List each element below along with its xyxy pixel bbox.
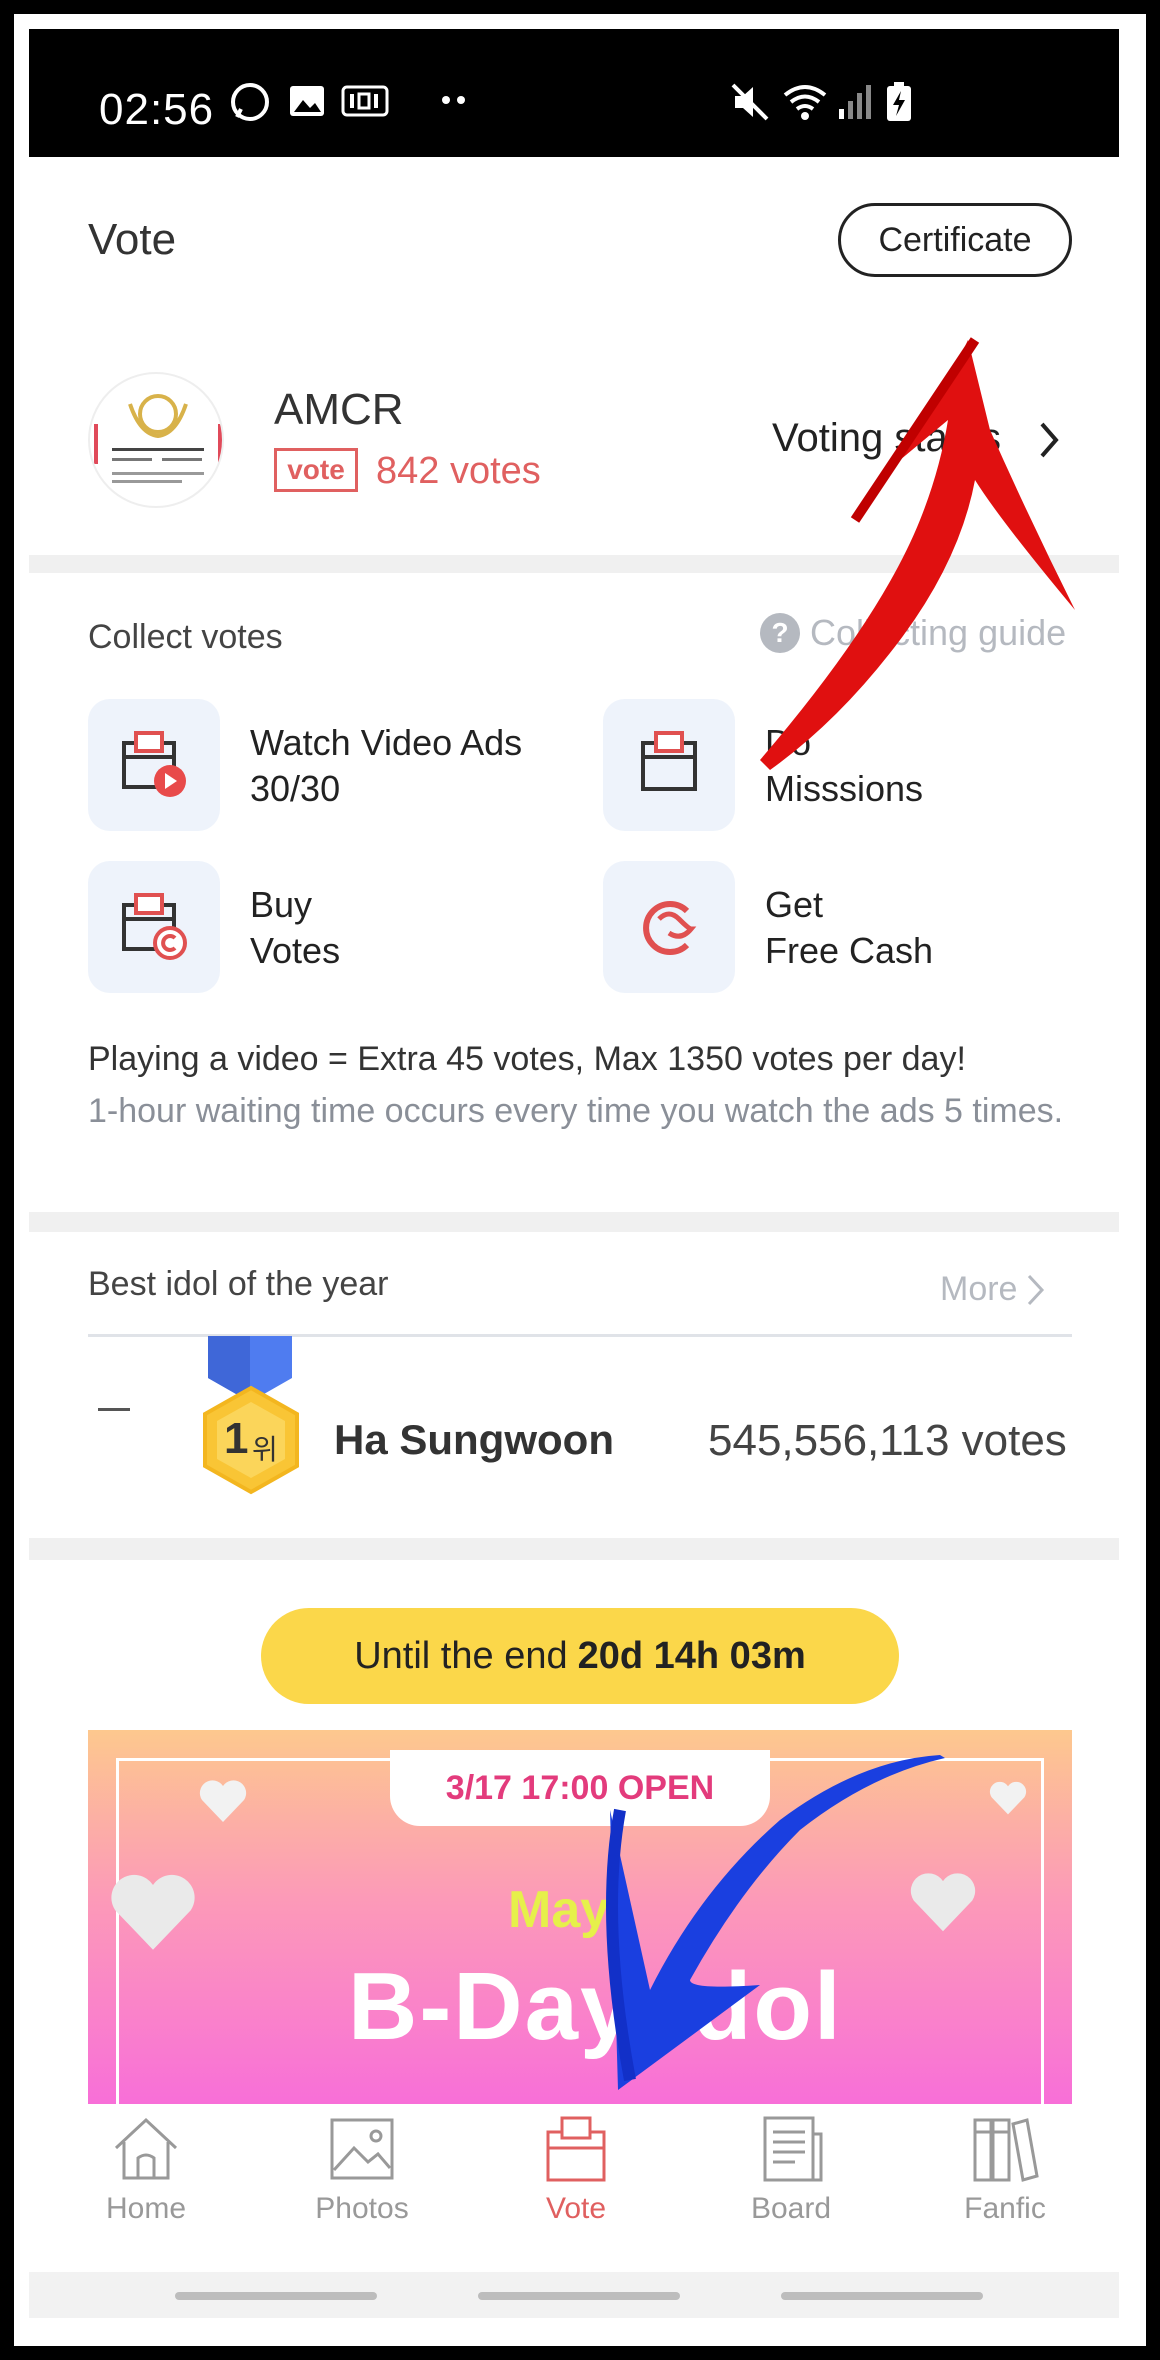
status-time: 02:56 <box>99 85 215 134</box>
vote-icon <box>546 2116 606 2182</box>
free-cash-tile[interactable] <box>603 861 735 993</box>
watch-video-ads-tile[interactable] <box>88 699 220 831</box>
nav-photos-label: Photos <box>315 2192 409 2225</box>
avatar[interactable] <box>88 372 224 508</box>
rank-change-indicator <box>98 1408 130 1411</box>
home-icon <box>114 2117 178 2180</box>
waiting-time-info-text: 1-hour waiting time occurs every time yo… <box>88 1092 1064 1130</box>
free-cash-icon <box>643 901 697 955</box>
nav-board-label: Board <box>750 2192 832 2225</box>
heart-icon <box>910 1873 976 1932</box>
nav-vote[interactable]: Vote <box>476 2114 676 2226</box>
idol-vote-count: 545,556,113 votes <box>708 1416 1067 1465</box>
heart-icon <box>111 1874 195 1950</box>
countdown-pill: Until the end 20d 14h 03m <box>261 1608 899 1704</box>
battery-charging-icon <box>887 82 911 121</box>
iqiyi-icon <box>341 85 389 117</box>
event-banner[interactable]: 3/17 17:00 OPEN May. B-Day Idol <box>88 1730 1072 2104</box>
collecting-guide-link[interactable]: ? Collecting guide <box>760 612 1066 654</box>
banner-title: B-Day Idol <box>348 1953 843 2060</box>
more-link[interactable]: More <box>940 1270 1047 1309</box>
help-icon: ? <box>760 613 800 653</box>
mute-icon <box>731 83 769 121</box>
best-idol-title: Best idol of the year <box>88 1265 389 1303</box>
section-divider <box>29 1212 1119 1232</box>
banner-open-date: 3/17 17:00 OPEN <box>390 1750 770 1826</box>
back-gesture-handle[interactable] <box>781 2292 983 2300</box>
wifi-icon <box>783 85 827 120</box>
chevron-right-icon[interactable] <box>1036 420 1062 460</box>
signal-icon <box>839 85 871 119</box>
votes-info-text: Playing a video = Extra 45 votes, Max 13… <box>88 1040 966 1078</box>
gallery-icon <box>290 86 324 116</box>
home-gesture-handle[interactable] <box>478 2292 680 2300</box>
missions-icon <box>641 731 697 791</box>
certificate-thumbnail-icon <box>94 394 222 483</box>
rank-suffix: 위 <box>252 1434 278 1465</box>
buy-votes-icon <box>122 893 187 960</box>
whatsapp-icon <box>231 83 269 121</box>
page-title: Vote <box>88 215 177 264</box>
collecting-guide-label: Collecting guide <box>810 612 1067 653</box>
rank-number: 1 <box>224 1414 249 1463</box>
certificate-button[interactable]: Certificate <box>838 203 1072 277</box>
collect-votes-title: Collect votes <box>88 618 283 656</box>
buy-votes-tile[interactable] <box>88 861 220 993</box>
video-ad-icon <box>122 731 186 797</box>
status-bar: 02:56 <box>29 29 1119 157</box>
board-icon <box>763 2116 823 2182</box>
heart-icon <box>199 1780 247 1822</box>
nav-fanfic-label: Fanfic <box>964 2192 1046 2225</box>
chevron-right-icon <box>1028 1274 1045 1305</box>
countdown-remaining: 20d 14h 03m <box>577 1634 806 1677</box>
free-cash-label: Get Free Cash <box>765 884 934 971</box>
gesture-bar <box>29 2272 1119 2318</box>
medal-icon <box>203 1336 299 1495</box>
countdown-prefix: Until the end <box>354 1634 568 1677</box>
do-missions-label: Do Misssions <box>765 722 924 809</box>
nav-home[interactable]: Home <box>46 2114 246 2226</box>
more-label: More <box>940 1270 1018 1308</box>
nav-photos[interactable]: Photos <box>262 2114 462 2226</box>
profile-vote-count: 842 votes <box>376 450 541 492</box>
nav-board[interactable]: Board <box>691 2114 891 2226</box>
section-divider <box>29 555 1119 573</box>
heart-icon <box>989 1781 1027 1815</box>
voting-status-link[interactable]: Voting status <box>772 416 1001 461</box>
rank-medal: 1 위 <box>196 1336 306 1506</box>
nav-vote-label: Vote <box>545 2192 607 2225</box>
section-divider <box>29 1538 1119 1560</box>
recents-gesture-handle[interactable] <box>175 2292 377 2300</box>
vote-badge: vote <box>274 448 358 492</box>
photos-icon <box>330 2118 394 2180</box>
do-missions-tile[interactable] <box>603 699 735 831</box>
nav-fanfic[interactable]: Fanfic <box>905 2114 1105 2226</box>
idol-name: Ha Sungwoon <box>334 1416 614 1463</box>
nav-home-label: Home <box>105 2192 187 2225</box>
more-notifications-icon <box>442 96 465 104</box>
buy-votes-label: Buy Votes <box>250 884 341 971</box>
watch-video-ads-label: Watch Video Ads 30/30 <box>250 722 523 809</box>
fanfic-icon <box>973 2118 1039 2182</box>
banner-month: May. <box>508 1881 620 1939</box>
bottom-nav: Home Photos Vote Board Fanfic <box>29 2104 1119 2272</box>
profile-name: AMCR <box>274 385 404 434</box>
